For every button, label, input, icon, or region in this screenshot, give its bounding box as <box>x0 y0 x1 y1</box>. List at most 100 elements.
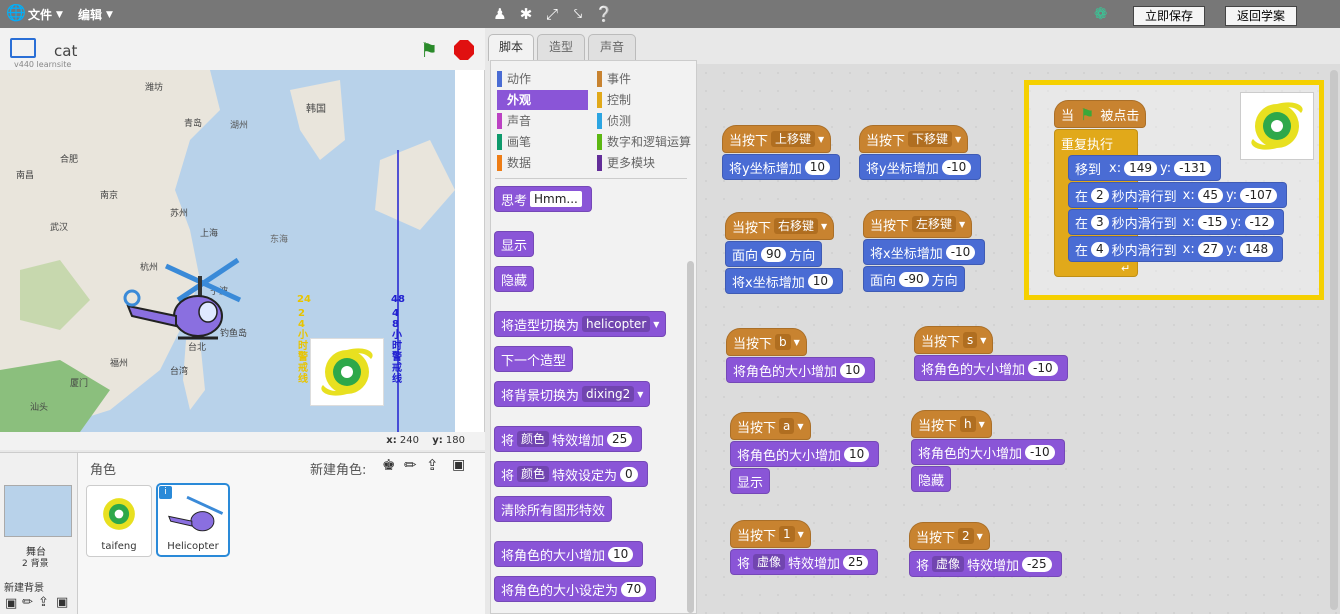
block-number[interactable]: -10 <box>1025 444 1055 460</box>
presentation-mode-icon[interactable] <box>10 38 36 58</box>
block-dropdown[interactable]: 下移键 <box>908 131 953 147</box>
block-number[interactable]: -10 <box>1028 360 1058 376</box>
info-icon[interactable]: i <box>159 486 172 499</box>
block-clear-effects[interactable]: 清除所有图形特效 <box>494 496 613 522</box>
block-switch-backdrop[interactable]: 将背景切换为 dixing2 ▼ <box>494 381 651 407</box>
block-dropdown[interactable]: 颜色 <box>517 431 550 447</box>
block-change-size[interactable]: 将角色的大小增加 10 <box>726 357 876 383</box>
category-looks[interactable]: 外观 <box>497 90 588 110</box>
paint-backdrop-icon[interactable]: ▣ <box>5 596 17 611</box>
block-show[interactable]: 显示 <box>730 468 771 494</box>
block-hide[interactable]: 隐藏 <box>911 466 952 492</box>
block-number[interactable]: 10 <box>804 159 830 175</box>
block-number[interactable]: 27 <box>1197 241 1224 257</box>
block-dropdown[interactable]: a <box>779 418 795 434</box>
block-dropdown[interactable]: 上移键 <box>771 131 816 147</box>
block-change-size[interactable]: 将角色的大小增加 -10 <box>911 439 1065 465</box>
block-number[interactable]: -107 <box>1240 187 1278 203</box>
category-operators[interactable]: 数字和逻辑运算 <box>597 132 697 152</box>
block-think[interactable]: 思考 Hmm... <box>494 186 592 212</box>
block-dropdown[interactable]: 虚像 <box>932 556 965 572</box>
block-number[interactable]: 149 <box>1124 160 1157 176</box>
file-menu[interactable]: 文件 ▼ <box>28 6 63 23</box>
back-button[interactable]: 返回学案 <box>1225 6 1297 26</box>
camera-icon[interactable]: ▣ <box>56 595 68 610</box>
block-show[interactable]: 显示 <box>494 231 535 257</box>
category-events[interactable]: 事件 <box>597 69 693 89</box>
stage-canvas[interactable]: 潍坊 青岛 韩国 湖州 南京 苏州 合肥 上海 杭州 南昌 武汉 东海 钓鱼岛 … <box>0 70 485 432</box>
block-change-y[interactable]: 将y坐标增加 -10 <box>859 154 982 180</box>
when-key-pressed-hat[interactable]: 当按下 右移键 ▼ <box>725 212 835 240</box>
sprite-library-icon[interactable]: ♚ <box>382 456 395 474</box>
save-now-button[interactable]: 立即保存 <box>1133 6 1205 26</box>
block-change-size[interactable]: 将角色的大小增加 -10 <box>914 355 1068 381</box>
block-number[interactable]: 0 <box>620 466 638 482</box>
stage-thumbnail[interactable] <box>4 485 72 537</box>
block-change-x[interactable]: 将x坐标增加 10 <box>725 268 843 294</box>
when-key-pressed-hat[interactable]: 当按下 a ▼ <box>730 412 811 440</box>
block-number[interactable]: 90 <box>761 246 787 262</box>
help-icon[interactable]: ❔ <box>594 4 614 24</box>
block-change-y[interactable]: 将y坐标增加 10 <box>722 154 840 180</box>
script-area[interactable]: 当按下 上移键 ▼ 将y坐标增加 10 当按下 下移键 ▼ 将y坐标增加 -10 当按下 右移… <box>697 64 1340 614</box>
stamp-icon[interactable]: ♟ <box>490 4 510 24</box>
block-set-size[interactable]: 将角色的大小设定为 70 <box>494 576 657 602</box>
block-next-costume[interactable]: 下一个造型 <box>494 346 574 372</box>
palette-scrollbar[interactable] <box>687 261 694 613</box>
block-number[interactable]: -15 <box>1197 214 1228 230</box>
green-flag-icon[interactable]: ⚑ <box>420 38 438 62</box>
category-pen[interactable]: 画笔 <box>497 132 591 152</box>
block-point-direction[interactable]: 面向 90 方向 <box>725 241 823 267</box>
when-key-pressed-hat[interactable]: 当按下 下移键 ▼ <box>859 125 969 153</box>
block-number[interactable]: -10 <box>941 159 972 175</box>
category-control[interactable]: 控制 <box>597 90 693 110</box>
block-change-effect[interactable]: 将虚像 特效增加 25 <box>730 549 879 575</box>
category-sensing[interactable]: 侦测 <box>597 111 693 131</box>
block-dropdown[interactable]: 虚像 <box>753 554 786 570</box>
block-number[interactable]: 10 <box>844 446 870 462</box>
block-number[interactable]: -12 <box>1244 214 1275 230</box>
block-number[interactable]: 3 <box>1091 214 1109 230</box>
block-dropdown[interactable]: 左移键 <box>912 216 957 232</box>
stop-icon[interactable] <box>454 40 474 60</box>
block-switch-costume[interactable]: 将造型切换为 helicopter ▼ <box>494 311 667 337</box>
when-key-pressed-hat[interactable]: 当按下 h ▼ <box>911 410 992 438</box>
block-glide[interactable]: 在 4 秒内滑行到 x: 27 y: 148 <box>1068 236 1284 262</box>
sprite-thumb-helicopter[interactable]: i Helicopter <box>156 483 230 557</box>
block-dropdown[interactable]: 2 <box>958 528 974 544</box>
block-set-effect[interactable]: 将颜色 特效设定为 0 <box>494 461 648 487</box>
block-dropdown[interactable]: 1 <box>779 526 795 542</box>
when-key-pressed-hat[interactable]: 当按下 上移键 ▼ <box>722 125 832 153</box>
script-area-scrollbar[interactable] <box>1330 70 1338 610</box>
tab-costumes[interactable]: 造型 <box>537 34 585 60</box>
block-change-size[interactable]: 将角色的大小增加 10 <box>494 541 644 567</box>
block-hide[interactable]: 隐藏 <box>494 266 535 292</box>
block-number[interactable]: 10 <box>608 546 634 562</box>
block-number[interactable]: -131 <box>1174 160 1212 176</box>
block-number[interactable]: 45 <box>1197 187 1224 203</box>
category-sound[interactable]: 声音 <box>497 111 591 131</box>
edit-menu[interactable]: 编辑 ▼ <box>78 6 113 23</box>
block-point-direction[interactable]: 面向 -90 方向 <box>863 266 965 292</box>
block-dropdown[interactable]: h <box>960 416 976 432</box>
typhoon-sprite[interactable] <box>310 338 384 406</box>
upload-icon[interactable]: ⇪ <box>38 595 49 610</box>
tab-sounds[interactable]: 声音 <box>588 34 636 60</box>
helicopter-sprite[interactable] <box>118 256 243 346</box>
block-number[interactable]: 70 <box>621 581 647 597</box>
shrink-icon[interactable]: ⤥ <box>568 4 588 24</box>
block-dropdown[interactable]: 右移键 <box>774 218 819 234</box>
block-dropdown[interactable]: dixing2 <box>582 386 635 402</box>
block-dropdown[interactable]: helicopter <box>582 316 651 332</box>
block-glide[interactable]: 在 3 秒内滑行到 x: -15 y: -12 <box>1068 209 1285 235</box>
block-number[interactable]: 25 <box>843 554 869 570</box>
block-change-effect[interactable]: 将虚像 特效增加 -25 <box>909 551 1062 577</box>
camera-icon[interactable]: ▣ <box>452 457 465 473</box>
block-number[interactable]: 2 <box>1091 187 1109 203</box>
category-data[interactable]: 数据 <box>497 153 591 173</box>
block-go-to-xy[interactable]: 移到 x: 149 y: -131 <box>1068 155 1222 181</box>
tab-scripts[interactable]: 脚本 <box>488 34 534 61</box>
when-key-pressed-hat[interactable]: 当按下 1 ▼ <box>730 520 811 548</box>
block-dropdown[interactable]: 颜色 <box>517 466 550 482</box>
block-number[interactable]: 148 <box>1240 241 1274 257</box>
